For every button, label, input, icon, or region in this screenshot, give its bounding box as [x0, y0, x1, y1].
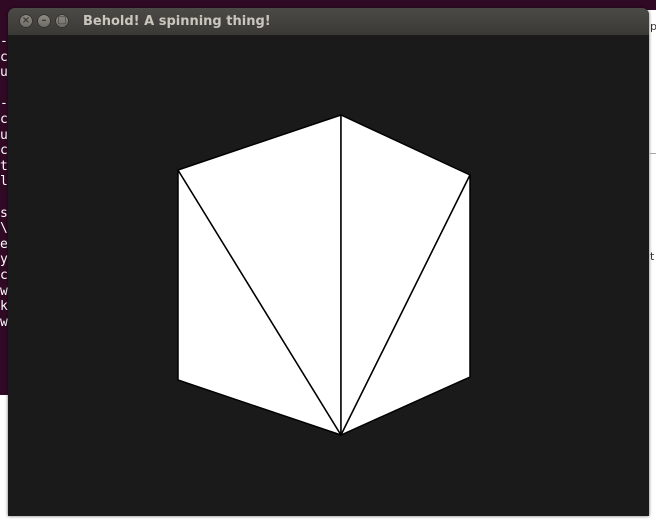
title-bar[interactable]: × – □ Behold! A spinning thing!	[8, 8, 649, 35]
minimize-icon: –	[41, 15, 47, 26]
window-title: Behold! A spinning thing!	[83, 14, 271, 29]
close-icon: ×	[21, 15, 31, 26]
background-divider	[650, 153, 656, 154]
spinning-shape	[177, 114, 471, 436]
maximize-button[interactable]: □	[55, 14, 69, 28]
maximize-icon: □	[57, 15, 67, 26]
close-button[interactable]: ×	[19, 14, 33, 28]
background-text-fragment: p	[650, 20, 656, 33]
app-window: × – □ Behold! A spinning thing!	[8, 8, 649, 516]
background-text-fragment: t	[650, 250, 655, 263]
minimize-button[interactable]: –	[37, 14, 51, 28]
render-canvas[interactable]	[8, 35, 649, 516]
